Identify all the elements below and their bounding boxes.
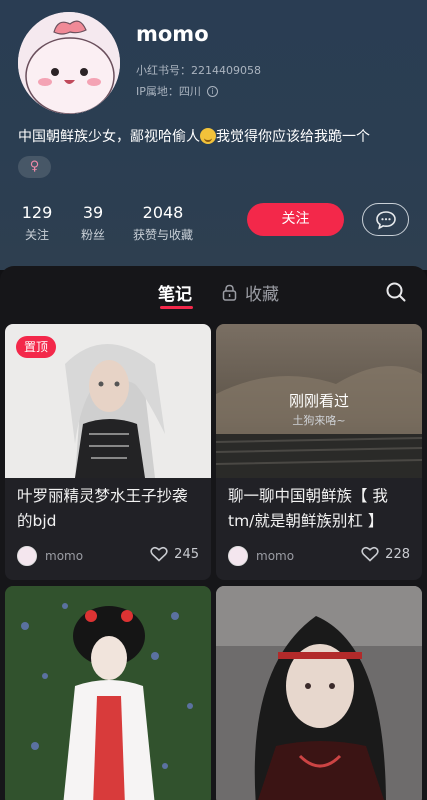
note-cover-image: 置顶 — [5, 324, 211, 478]
note-card[interactable] — [5, 586, 211, 800]
bio: 中国朝鲜族少女，鄙视哈偷人 我觉得你应该给我跪一个 — [18, 126, 370, 146]
bio-text-end: 我觉得你应该给我跪一个 — [216, 129, 370, 145]
note-cover-image — [5, 586, 211, 800]
like-count: 245 — [174, 546, 199, 562]
stat-value: 39 — [82, 203, 104, 222]
note-title: 叶罗丽精灵梦水王子抄袭的bjd — [17, 487, 188, 530]
active-tab-indicator — [160, 306, 193, 309]
stat-likes-collects[interactable]: 2048 获赞与收藏 — [128, 203, 198, 243]
stat-label: 关注 — [24, 228, 49, 242]
note-title: 聊一聊中国朝鲜族【 我tm/就是朝鲜族别杠 】 — [228, 487, 388, 530]
note-author[interactable]: momo — [17, 546, 83, 566]
doll-portrait-photo — [216, 586, 422, 800]
stat-value: 129 — [21, 203, 53, 222]
bio-text-start: 中国朝鲜族少女，鄙视哈偷人 — [18, 129, 200, 145]
follow-button[interactable]: 关注 — [247, 203, 344, 236]
stat-label: 粉丝 — [80, 228, 105, 242]
author-name: momo — [256, 549, 295, 563]
heart-icon — [150, 546, 168, 562]
doll-hanbok-photo — [5, 586, 211, 800]
avatar[interactable] — [18, 12, 120, 114]
author-name: momo — [45, 549, 84, 563]
like-button[interactable]: 228 — [361, 546, 410, 562]
notes-section: 笔记 收藏 置顶 叶罗丽精灵梦水王子抄袭的bjd momo 245 刚刚看过 土… — [0, 266, 427, 800]
note-card[interactable]: 刚刚看过 土狗来咯~ 聊一聊中国朝鲜族【 我tm/就是朝鲜族别杠 】 momo … — [216, 324, 422, 580]
tab-favorites-label: 收藏 — [245, 285, 279, 305]
nickname: momo — [136, 22, 209, 46]
note-card[interactable]: 置顶 叶罗丽精灵梦水王子抄袭的bjd momo 245 — [5, 324, 211, 580]
note-card[interactable] — [216, 586, 422, 800]
like-button[interactable]: 245 — [150, 546, 199, 562]
note-cover-image — [216, 586, 422, 800]
tab-bar: 笔记 收藏 — [0, 266, 427, 318]
stat-value: 2048 — [142, 203, 184, 222]
ip-location: IP属地：四川 i — [136, 83, 218, 99]
stat-label: 获赞与收藏 — [132, 228, 193, 242]
stat-followers[interactable]: 39 粉丝 — [78, 203, 108, 243]
tab-favorites[interactable]: 收藏 — [222, 280, 279, 305]
search-icon — [386, 282, 406, 302]
info-icon[interactable]: i — [206, 85, 218, 97]
recently-viewed-label: 刚刚看过 — [288, 392, 349, 410]
note-cover-image: 刚刚看过 土狗来咯~ — [216, 324, 422, 478]
red-id: 小红书号：2214409058 — [136, 64, 261, 77]
chat-bubble-icon — [375, 210, 396, 230]
pinned-badge: 置顶 — [16, 336, 56, 358]
stat-following[interactable]: 129 关注 — [18, 203, 56, 243]
gender-badge: ♀ — [18, 156, 51, 178]
profile-header: momo 小红书号：2214409058 IP属地：四川 i 中国朝鲜族少女，鄙… — [0, 0, 427, 270]
tab-notes[interactable]: 笔记 — [158, 280, 192, 305]
avatar-illustration — [18, 12, 120, 114]
search-button[interactable] — [385, 281, 407, 307]
message-button[interactable] — [362, 203, 409, 236]
author-avatar — [17, 546, 37, 566]
grin-emoji-icon — [200, 128, 216, 144]
author-avatar — [228, 546, 248, 566]
note-author[interactable]: momo — [228, 546, 294, 566]
heart-icon — [361, 546, 379, 562]
like-count: 228 — [385, 546, 410, 562]
ip-location-text: IP属地：四川 — [136, 85, 201, 98]
recently-viewed-subtitle: 土狗来咯~ — [292, 414, 346, 427]
lock-icon — [222, 284, 237, 301]
